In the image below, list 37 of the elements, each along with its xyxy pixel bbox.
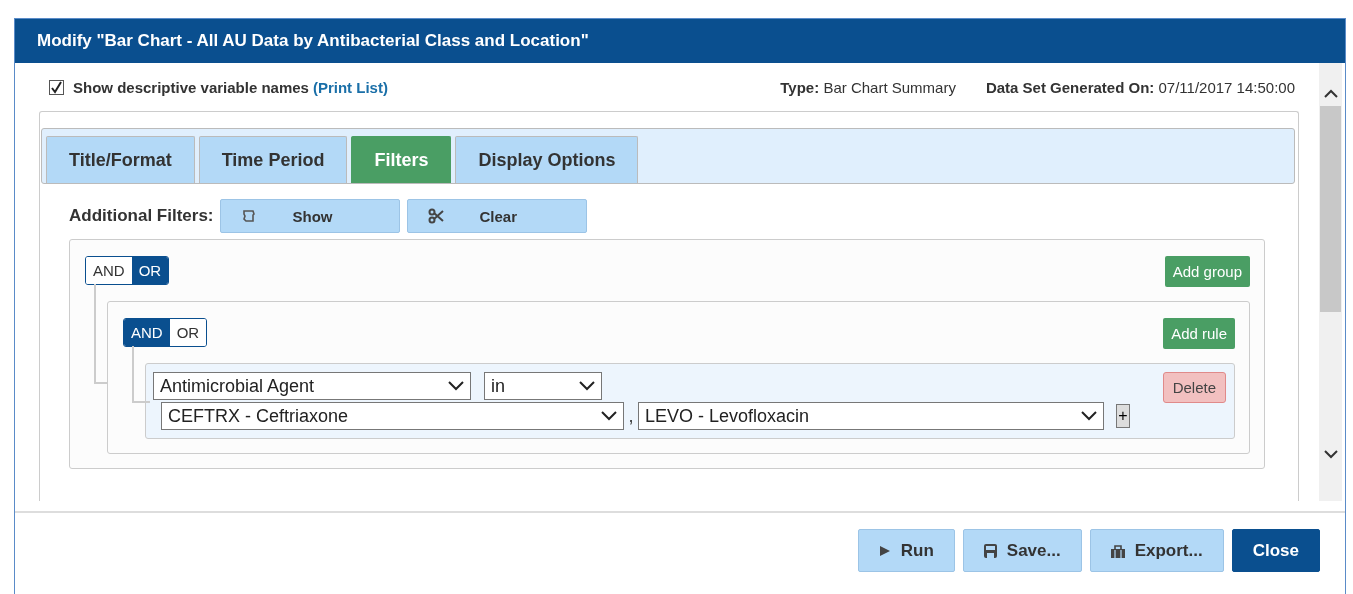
info-text: Data Set Generated On: 07/11/2017 14:50:00 <box>985 78 1295 96</box>
scrollbar[interactable] <box>1319 63 1342 501</box>
footer-button[interactable]: Export... <box>1089 529 1224 572</box>
scroll-down-icon <box>1323 450 1338 459</box>
footer-button[interactable]: Save... <box>962 529 1082 572</box>
value-select[interactable]: LEVO - Levofloxacin <box>638 402 1104 430</box>
condition-toggle[interactable]: AND <box>124 319 170 346</box>
condition-toggle[interactable]: OR <box>131 257 169 284</box>
chevron-down-icon <box>579 381 595 391</box>
filters-label: Additional Filters: <box>69 206 214 226</box>
footer-button[interactable]: Close <box>1231 529 1320 572</box>
window-title: Modify "Bar Chart - All AU Data by Antibacterial Class and Location" <box>15 19 1345 63</box>
add-value-button[interactable]: + <box>1116 404 1130 428</box>
chevron-down-icon <box>601 411 617 421</box>
checkbox[interactable] <box>49 79 64 95</box>
info-text: Type: Bar Chart Summary <box>780 78 956 96</box>
value-select[interactable]: CEFTRX - Ceftriaxone <box>161 402 624 430</box>
chevron-down-icon <box>448 381 464 391</box>
filter-button[interactable]: Clear <box>406 199 587 233</box>
scissors-icon <box>427 208 444 224</box>
delete-button[interactable]: Delete <box>1162 372 1226 403</box>
print-list-link[interactable]: (Print List) <box>312 78 388 96</box>
briefcase-icon <box>1110 543 1125 558</box>
save-icon <box>983 543 997 558</box>
play-icon <box>878 544 891 557</box>
tab[interactable]: Title/Format <box>46 136 195 183</box>
footer-button[interactable]: Run <box>857 529 955 572</box>
filter-button[interactable]: Show <box>219 199 400 233</box>
chevron-down-icon <box>1081 411 1097 421</box>
operator-select[interactable]: in <box>484 372 602 400</box>
scroll-up-icon <box>1323 89 1338 98</box>
tab[interactable]: Display Options <box>455 136 639 183</box>
scroll-icon <box>240 208 257 224</box>
tab[interactable]: Time Period <box>198 136 348 183</box>
field-select[interactable]: Antimicrobial Agent <box>153 372 471 400</box>
checkbox-label: Show descriptive variable names <box>73 78 309 96</box>
separator: , <box>627 405 635 427</box>
